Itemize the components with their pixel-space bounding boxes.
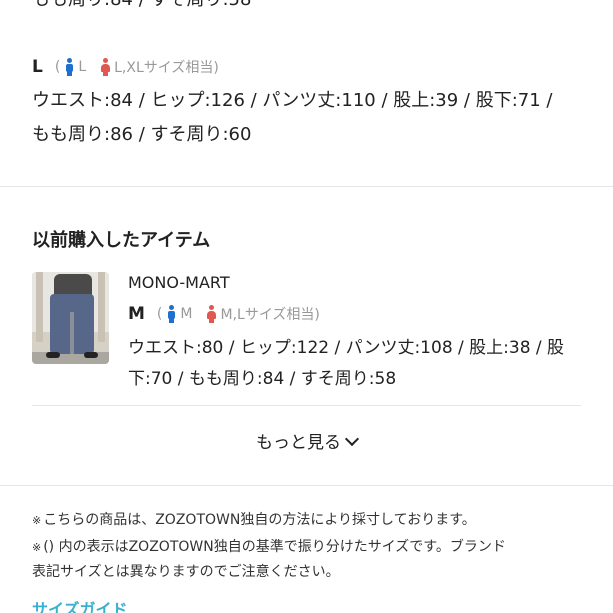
item-female-size: M,Lサイズ相当) <box>220 307 320 323</box>
item-size-letter: M <box>128 304 145 324</box>
item-male-size: M <box>180 306 193 322</box>
female-icon <box>100 58 111 76</box>
note-mark: ※ <box>32 541 42 554</box>
notes-divider <box>0 485 613 486</box>
note-text-2: () 内の表示はZOZOTOWN独自の基準で振り分けたサイズです。ブランド <box>43 539 506 555</box>
more-button[interactable]: もっと見る <box>0 428 613 453</box>
previous-items-title: 以前購入したアイテム <box>32 230 211 251</box>
previous-size-measure-tail: もも周り:84 / すそ周り:58 <box>32 0 251 12</box>
size-l-measures-line1: ウエスト:84 / ヒップ:126 / パンツ丈:110 / 股上:39 / 股… <box>32 90 553 111</box>
more-button-label: もっと見る <box>256 433 341 453</box>
note-line1: ※ こちらの商品は、ZOZOTOWN独自の方法により採寸しております。 <box>32 509 476 532</box>
size-guide-link[interactable]: サイズガイド <box>32 596 128 613</box>
size-l-header: L ( L L,XLサイズ相当) <box>32 57 219 77</box>
male-size: L <box>78 59 87 75</box>
size-l-measures-line2: もも周り:86 / すそ周り:60 <box>32 124 252 145</box>
paren-open: ( <box>54 59 61 75</box>
item-divider <box>32 405 581 406</box>
section-divider <box>0 186 613 187</box>
male-icon <box>64 58 74 76</box>
note-line2: ※() 内の表示はZOZOTOWN独自の基準で振り分けたサイズです。ブランド <box>32 536 506 559</box>
male-icon <box>166 305 176 323</box>
note-line3: 表記サイズとは異なりますのでご注意ください。 <box>32 564 340 580</box>
chevron-down-icon <box>344 431 360 447</box>
size-info-page: もも周り:84 / すそ周り:58 L ( L L,XLサイズ相当) ウエスト:… <box>0 0 613 613</box>
item-size-header: M ( M M,Lサイズ相当) <box>128 304 320 324</box>
item-brand[interactable]: MONO-MART <box>128 273 230 292</box>
female-size: L,XLサイズ相当) <box>114 60 219 76</box>
item-measures-line2: 下:70 / もも周り:84 / すそ周り:58 <box>128 369 397 389</box>
note-text-1: こちらの商品は、ZOZOTOWN独自の方法により採寸しております。 <box>43 512 476 528</box>
note-mark: ※ <box>32 514 42 527</box>
item-paren-open: ( <box>156 306 163 322</box>
jeans-photo[interactable] <box>32 272 109 364</box>
item-measures-line1: ウエスト:80 / ヒップ:122 / パンツ丈:108 / 股上:38 / 股 <box>128 338 565 358</box>
size-letter: L <box>32 57 43 77</box>
female-icon <box>206 305 217 323</box>
